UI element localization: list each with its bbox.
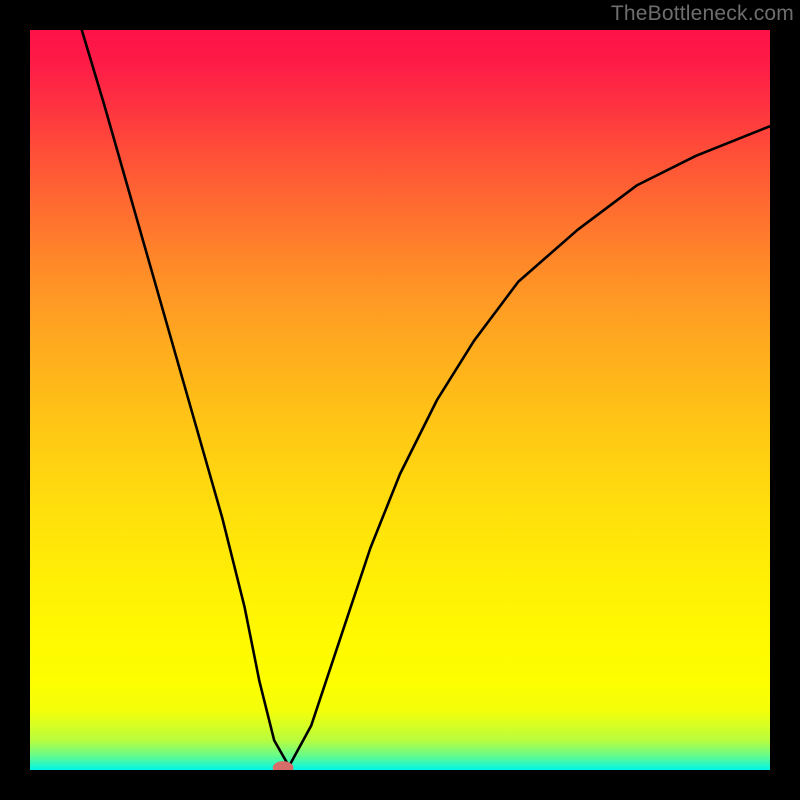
bottleneck-curve-path bbox=[82, 30, 770, 766]
plot-area bbox=[30, 30, 770, 770]
chart-frame: TheBottleneck.com bbox=[0, 0, 800, 800]
curve-svg bbox=[30, 30, 770, 770]
watermark-text: TheBottleneck.com bbox=[611, 2, 794, 26]
